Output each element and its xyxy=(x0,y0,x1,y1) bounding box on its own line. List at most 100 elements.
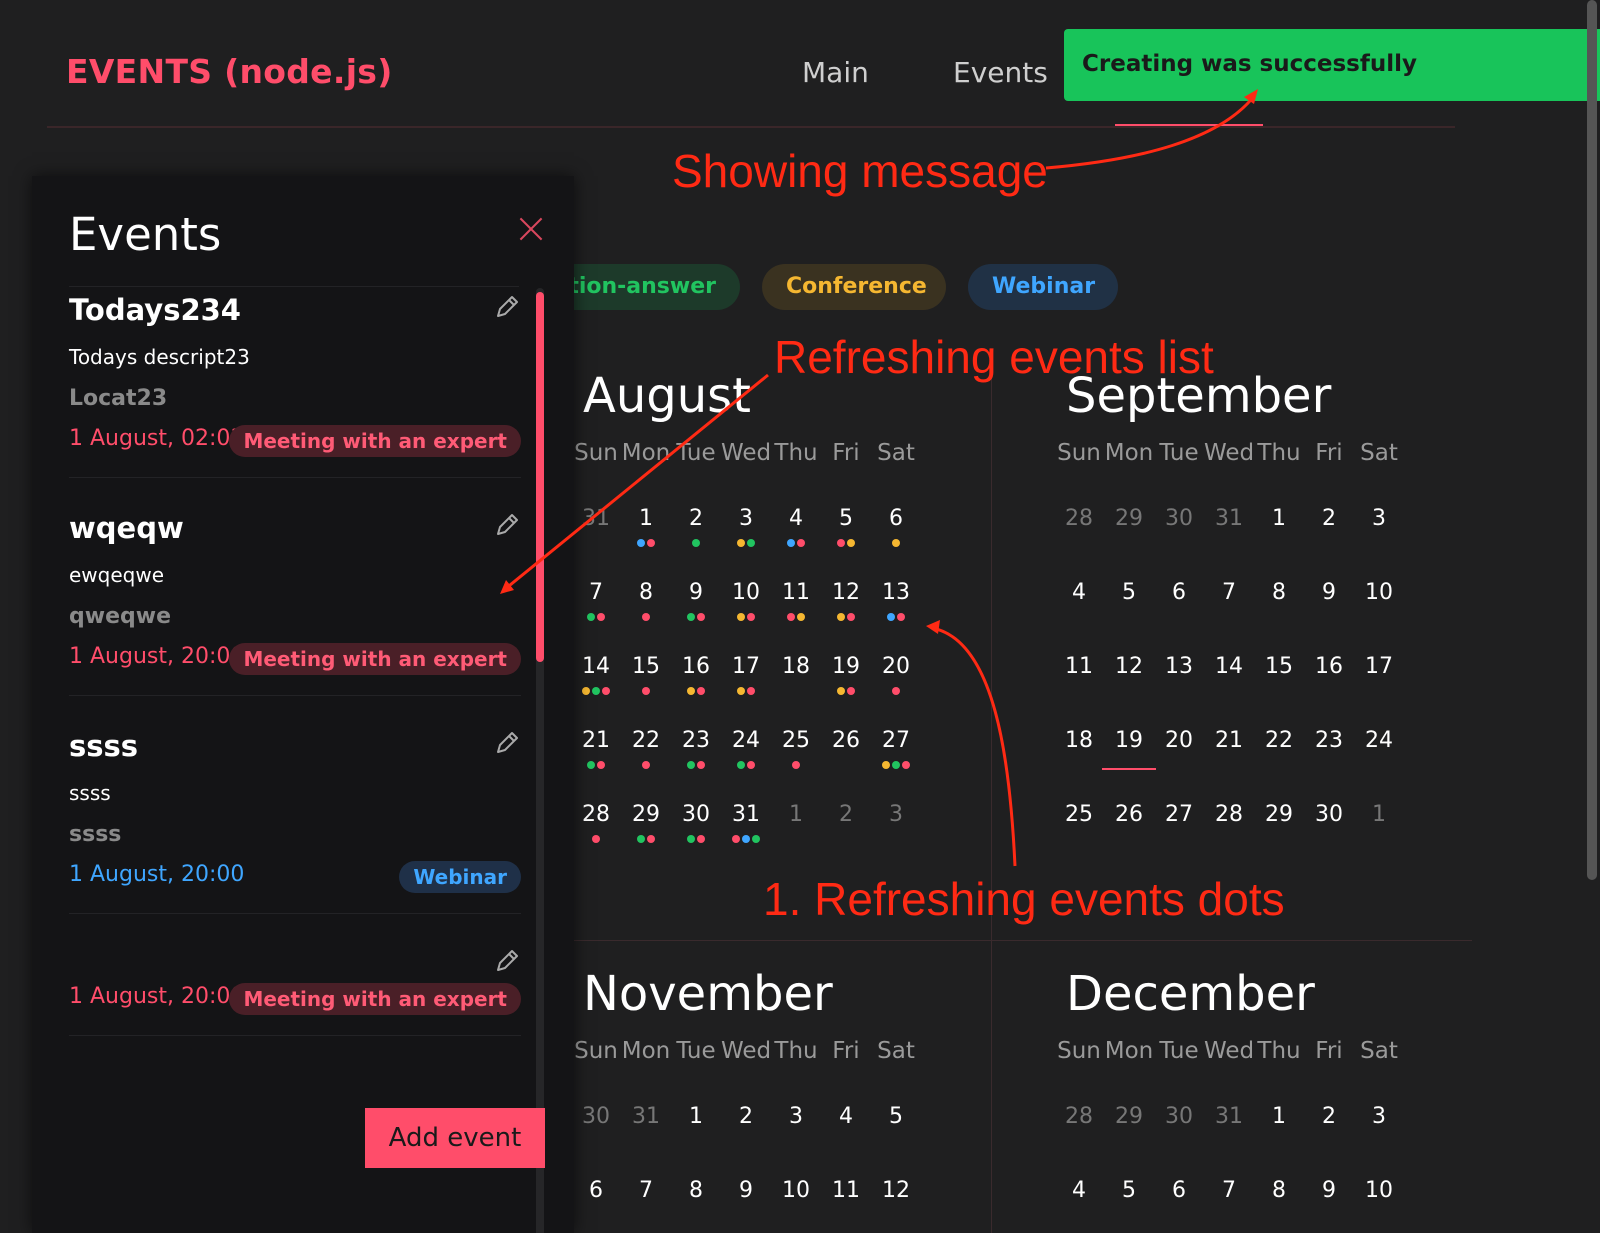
pencil-icon[interactable] xyxy=(493,511,521,539)
pencil-icon[interactable] xyxy=(493,729,521,757)
calendar-day[interactable]: 24 xyxy=(721,728,771,753)
calendar-day[interactable]: 8 xyxy=(671,1178,721,1203)
calendar-day[interactable]: 29 xyxy=(1104,1104,1154,1129)
close-icon[interactable] xyxy=(516,214,546,244)
calendar-day[interactable]: 7 xyxy=(1204,1178,1254,1203)
calendar-day[interactable]: 22 xyxy=(621,728,671,753)
calendar-day[interactable]: 9 xyxy=(1304,1178,1354,1203)
calendar-day[interactable]: 12 xyxy=(871,1178,921,1203)
calendar-day[interactable]: 8 xyxy=(1254,580,1304,605)
calendar-day[interactable]: 30 xyxy=(1154,1104,1204,1129)
calendar-day[interactable]: 31 xyxy=(621,1104,671,1129)
calendar-day[interactable]: 2 xyxy=(821,802,871,827)
calendar-day[interactable]: 7 xyxy=(621,1178,671,1203)
calendar-day[interactable]: 3 xyxy=(721,506,771,531)
calendar-day[interactable]: 29 xyxy=(1104,506,1154,531)
event-card[interactable]: 1 August, 20:00 Meeting with an expert xyxy=(69,947,521,1067)
calendar-day[interactable]: 26 xyxy=(1104,802,1154,827)
calendar-day[interactable]: 10 xyxy=(1354,1178,1404,1203)
calendar-day[interactable]: 3 xyxy=(1354,506,1404,531)
calendar-day[interactable]: 2 xyxy=(721,1104,771,1129)
calendar-day[interactable]: 12 xyxy=(821,580,871,605)
calendar-day[interactable]: 16 xyxy=(671,654,721,679)
calendar-day[interactable]: 19 xyxy=(821,654,871,679)
calendar-day[interactable]: 1 xyxy=(1254,1104,1304,1129)
calendar-day[interactable]: 21 xyxy=(1204,728,1254,753)
calendar-day[interactable]: 27 xyxy=(1154,802,1204,827)
calendar-day[interactable]: 3 xyxy=(1354,1104,1404,1129)
calendar-day[interactable]: 28 xyxy=(571,802,621,827)
calendar-day[interactable]: 2 xyxy=(671,506,721,531)
panel-scrollbar-thumb[interactable] xyxy=(536,292,544,662)
calendar-day[interactable]: 12 xyxy=(1104,654,1154,679)
pencil-icon[interactable] xyxy=(493,947,521,975)
pencil-icon[interactable] xyxy=(493,293,521,321)
calendar-day[interactable]: 23 xyxy=(671,728,721,753)
calendar-day[interactable]: 18 xyxy=(1054,728,1104,753)
calendar-day[interactable]: 28 xyxy=(1204,802,1254,827)
calendar-day[interactable]: 17 xyxy=(1354,654,1404,679)
calendar-day[interactable]: 8 xyxy=(1254,1178,1304,1203)
calendar-day[interactable]: 4 xyxy=(1054,1178,1104,1203)
calendar-day[interactable]: 30 xyxy=(671,802,721,827)
calendar-day[interactable]: 9 xyxy=(1304,580,1354,605)
calendar-day[interactable]: 20 xyxy=(1154,728,1204,753)
calendar-day[interactable]: 11 xyxy=(771,580,821,605)
calendar-day[interactable]: 13 xyxy=(1154,654,1204,679)
calendar-day[interactable]: 8 xyxy=(621,580,671,605)
calendar-day[interactable]: 25 xyxy=(1054,802,1104,827)
calendar-day[interactable]: 28 xyxy=(1054,1104,1104,1129)
calendar-day[interactable]: 29 xyxy=(621,802,671,827)
calendar-day[interactable]: 3 xyxy=(771,1104,821,1129)
calendar-day[interactable]: 20 xyxy=(871,654,921,679)
calendar-day[interactable]: 15 xyxy=(1254,654,1304,679)
calendar-day[interactable]: 31 xyxy=(1204,1104,1254,1129)
calendar-day[interactable]: 23 xyxy=(1304,728,1354,753)
calendar-day[interactable]: 9 xyxy=(671,580,721,605)
calendar-day[interactable]: 17 xyxy=(721,654,771,679)
calendar-day[interactable]: 1 xyxy=(671,1104,721,1129)
calendar-day[interactable]: 10 xyxy=(721,580,771,605)
calendar-day[interactable]: 4 xyxy=(821,1104,871,1129)
nav-main-link[interactable]: Main xyxy=(802,56,869,89)
calendar-day[interactable]: 10 xyxy=(1354,580,1404,605)
calendar-day[interactable]: 21 xyxy=(571,728,621,753)
calendar-day[interactable]: 27 xyxy=(871,728,921,753)
calendar-day[interactable]: 5 xyxy=(821,506,871,531)
event-card[interactable]: wqeqw ewqeqwe qweqwe 1 August, 20:00 Mee… xyxy=(69,511,521,711)
calendar-day[interactable]: 7 xyxy=(571,580,621,605)
calendar-day[interactable]: 22 xyxy=(1254,728,1304,753)
calendar-day[interactable]: 14 xyxy=(1204,654,1254,679)
calendar-day[interactable]: 15 xyxy=(621,654,671,679)
add-event-button[interactable]: Add event xyxy=(365,1108,545,1168)
calendar-day[interactable]: 30 xyxy=(1304,802,1354,827)
app-logo[interactable]: EVENTS (node.js) xyxy=(66,52,393,91)
filter-chip-conference[interactable]: Conference xyxy=(762,264,946,310)
calendar-day[interactable]: 7 xyxy=(1204,580,1254,605)
calendar-day[interactable]: 14 xyxy=(571,654,621,679)
calendar-day[interactable]: 31 xyxy=(1204,506,1254,531)
calendar-day[interactable]: 5 xyxy=(1104,1178,1154,1203)
calendar-day[interactable]: 13 xyxy=(871,580,921,605)
page-scrollbar[interactable] xyxy=(1587,0,1597,880)
calendar-day[interactable]: 31 xyxy=(571,506,621,531)
calendar-day[interactable]: 4 xyxy=(1054,580,1104,605)
calendar-day[interactable]: 26 xyxy=(821,728,871,753)
filter-chip-webinar[interactable]: Webinar xyxy=(968,264,1118,310)
calendar-day[interactable]: 5 xyxy=(871,1104,921,1129)
calendar-day[interactable]: 3 xyxy=(871,802,921,827)
calendar-day[interactable]: 1 xyxy=(1254,506,1304,531)
calendar-day[interactable]: 1 xyxy=(771,802,821,827)
calendar-day[interactable]: 30 xyxy=(571,1104,621,1129)
calendar-day[interactable]: 1 xyxy=(1354,802,1404,827)
calendar-day[interactable]: 10 xyxy=(771,1178,821,1203)
calendar-day[interactable]: 6 xyxy=(871,506,921,531)
calendar-day[interactable]: 11 xyxy=(1054,654,1104,679)
calendar-day[interactable]: 6 xyxy=(1154,1178,1204,1203)
calendar-day[interactable]: 28 xyxy=(1054,506,1104,531)
calendar-day[interactable]: 31 xyxy=(721,802,771,827)
calendar-day[interactable]: 6 xyxy=(1154,580,1204,605)
calendar-day[interactable]: 4 xyxy=(771,506,821,531)
calendar-day[interactable]: 18 xyxy=(771,654,821,679)
nav-events-link[interactable]: Events xyxy=(953,56,1048,89)
